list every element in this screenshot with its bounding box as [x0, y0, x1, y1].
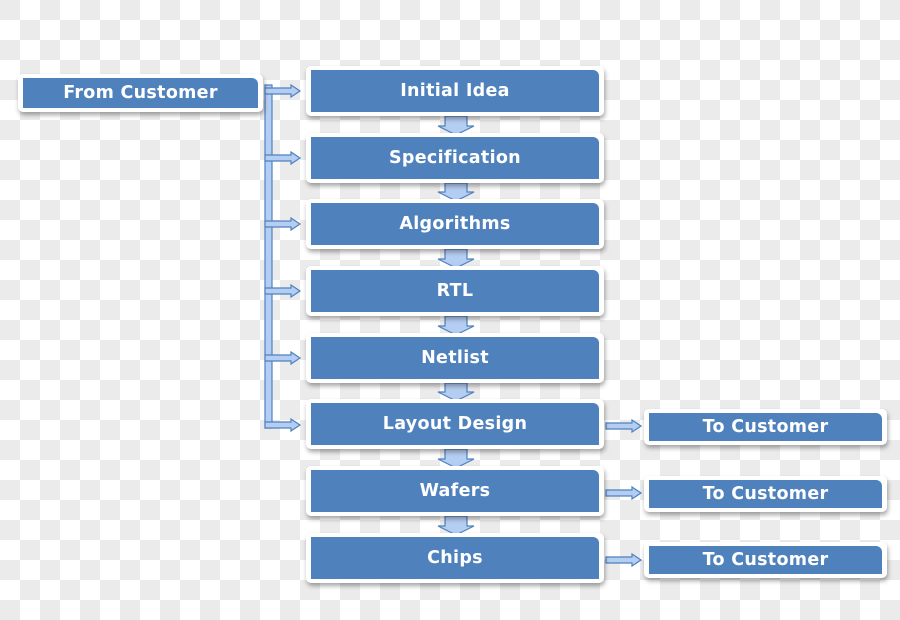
from-customer-label: From Customer	[23, 78, 258, 108]
output-arrow-icon	[605, 418, 643, 434]
step-label: Netlist	[311, 337, 599, 379]
step-algorithms: Algorithms	[306, 199, 604, 249]
step-layout-design: Layout Design	[306, 399, 604, 449]
to-customer-label: To Customer	[649, 413, 882, 441]
output-arrow-icon	[605, 552, 643, 568]
step-label: Chips	[311, 537, 599, 579]
to-customer-label: To Customer	[649, 480, 882, 508]
step-label: RTL	[311, 270, 599, 312]
to-customer-label: To Customer	[649, 546, 882, 574]
to-customer-box-wafers: To Customer	[644, 476, 887, 512]
step-label: Initial Idea	[311, 70, 599, 112]
step-netlist: Netlist	[306, 333, 604, 383]
step-wafers: Wafers	[306, 466, 604, 516]
to-customer-box-layout: To Customer	[644, 409, 887, 445]
step-label: Layout Design	[311, 403, 599, 445]
step-specification: Specification	[306, 133, 604, 183]
output-arrow-icon	[605, 485, 643, 501]
step-rtl: RTL	[306, 266, 604, 316]
bracket-vertical-bar	[264, 84, 273, 429]
to-customer-box-chips: To Customer	[644, 542, 887, 578]
step-label: Specification	[311, 137, 599, 179]
step-initial-idea: Initial Idea	[306, 66, 604, 116]
step-label: Wafers	[311, 470, 599, 512]
from-customer-box: From Customer	[18, 74, 263, 112]
step-label: Algorithms	[311, 203, 599, 245]
step-chips: Chips	[306, 533, 604, 583]
